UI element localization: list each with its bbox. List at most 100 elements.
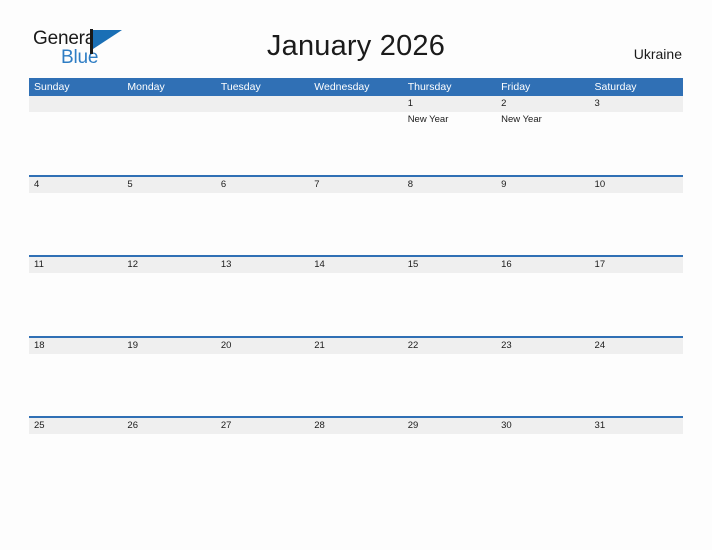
calendar-day-cell[interactable]: 20 [216,338,309,417]
weekday-header-saturday: Saturday [594,81,637,93]
day-events [595,193,683,195]
day-number: 2 [501,98,507,109]
calendar-day-cell[interactable]: 16 [496,257,589,336]
calendar-day-cell[interactable]: 25 [29,418,122,497]
week-cells: 4 5 6 7 8 9 10 [29,177,683,256]
calendar-day-cell[interactable]: 26 [122,418,215,497]
day-number: 24 [594,339,606,351]
day-events [127,434,215,436]
day-events [314,434,402,436]
calendar-day-cell-empty [216,96,309,175]
day-events [408,193,496,195]
region-label: Ukraine [633,46,682,62]
calendar-day-cell[interactable]: 3 [590,96,683,175]
day-number: 5 [127,178,133,190]
calendar-day-cell[interactable]: 28 [309,418,402,497]
calendar-day-cell[interactable]: 22 [403,338,496,417]
weekday-header-sunday: Sunday [34,81,70,93]
day-events [127,193,215,195]
day-events [34,273,122,275]
calendar-day-cell-empty [29,96,122,175]
weekday-header-wednesday: Wednesday [314,81,370,93]
day-number: 18 [34,339,45,351]
day-number: 6 [220,178,227,190]
calendar-day-cell[interactable]: 9 [496,177,589,256]
day-events [408,273,496,275]
day-events [595,112,683,114]
calendar-day-cell[interactable]: 17 [590,257,683,336]
calendar-day-cell[interactable]: 24 [590,338,683,417]
day-number: 19 [127,339,138,351]
calendar-week-row: 1 New Year 2 New Year 3 [29,96,683,177]
calendar-day-cell[interactable]: 4 [29,177,122,256]
calendar-day-cell[interactable]: 15 [403,257,496,336]
calendar-day-cell-empty [122,96,215,175]
calendar-day-cell[interactable]: 30 [496,418,589,497]
day-events [314,273,402,275]
day-number [127,96,215,112]
day-events [501,273,589,275]
calendar-day-cell[interactable]: 6 [216,177,309,256]
calendar-week-row: 25 26 27 28 29 30 31 [29,418,683,499]
calendar-day-cell[interactable]: 2 New Year [496,96,589,175]
calendar-day-cell[interactable]: 18 [29,338,122,417]
calendar-day-cell[interactable]: 19 [122,338,215,417]
day-events [221,273,309,275]
day-number: 7 [314,178,320,190]
calendar-day-cell[interactable]: 31 [590,418,683,497]
day-events [127,112,215,114]
day-events [595,354,683,356]
day-events [595,434,683,436]
day-events [127,273,215,275]
week-cells: 25 26 27 28 29 30 31 [29,418,683,497]
calendar-day-cell[interactable]: 10 [590,177,683,256]
calendar-day-cell[interactable]: 12 [122,257,215,336]
day-events [34,193,122,195]
day-events [314,193,402,195]
day-events [34,434,122,436]
day-number: 13 [220,259,232,270]
day-events [221,193,309,195]
day-number: 23 [501,339,512,351]
calendar-week-row: 11 12 13 14 15 16 17 [29,257,683,338]
weekday-header-friday: Friday [501,81,531,93]
day-events [221,112,309,114]
day-events [221,354,309,356]
calendar-day-cell[interactable]: 1 New Year [403,96,496,175]
day-events [221,434,309,436]
calendar-week-row: 18 19 20 21 22 23 24 [29,337,683,418]
day-number: 15 [407,259,419,270]
day-number [34,96,122,112]
week-cells: 18 19 20 21 22 23 24 [29,338,683,417]
holiday-event-label: New Year [501,114,542,125]
day-events [314,354,402,356]
page-header: General Blue January 2026 Ukraine [0,0,712,78]
day-number: 27 [220,420,232,431]
day-number: 22 [407,339,419,351]
calendar-week-row: 4 5 6 7 8 9 10 [29,176,683,257]
calendar-day-cell[interactable]: 29 [403,418,496,497]
day-number: 26 [127,420,138,431]
calendar-day-cell[interactable]: 14 [309,257,402,336]
calendar-day-cell[interactable]: 7 [309,177,402,256]
day-events [595,273,683,275]
weekday-header-tuesday: Tuesday [220,81,261,93]
weekday-header-row: Sunday Monday Tuesday Wednesday Thursday… [29,78,683,96]
calendar-day-cell[interactable]: 21 [309,338,402,417]
calendar-day-cell[interactable]: 13 [216,257,309,336]
day-number: 25 [34,420,45,431]
calendar-day-cell[interactable]: 23 [496,338,589,417]
calendar-day-cell[interactable]: 5 [122,177,215,256]
calendar-day-cell[interactable]: 8 [403,177,496,256]
calendar-day-cell[interactable]: 27 [216,418,309,497]
day-events [127,354,215,356]
week-cells: 1 New Year 2 New Year 3 [29,96,683,175]
calendar-day-cell[interactable]: 11 [29,257,122,336]
day-number: 14 [314,259,325,270]
day-number: 29 [407,420,419,431]
day-events [34,354,122,356]
day-number: 8 [407,178,413,190]
day-number: 17 [594,259,606,270]
day-number: 1 [407,98,413,109]
day-events: New Year [408,112,496,126]
